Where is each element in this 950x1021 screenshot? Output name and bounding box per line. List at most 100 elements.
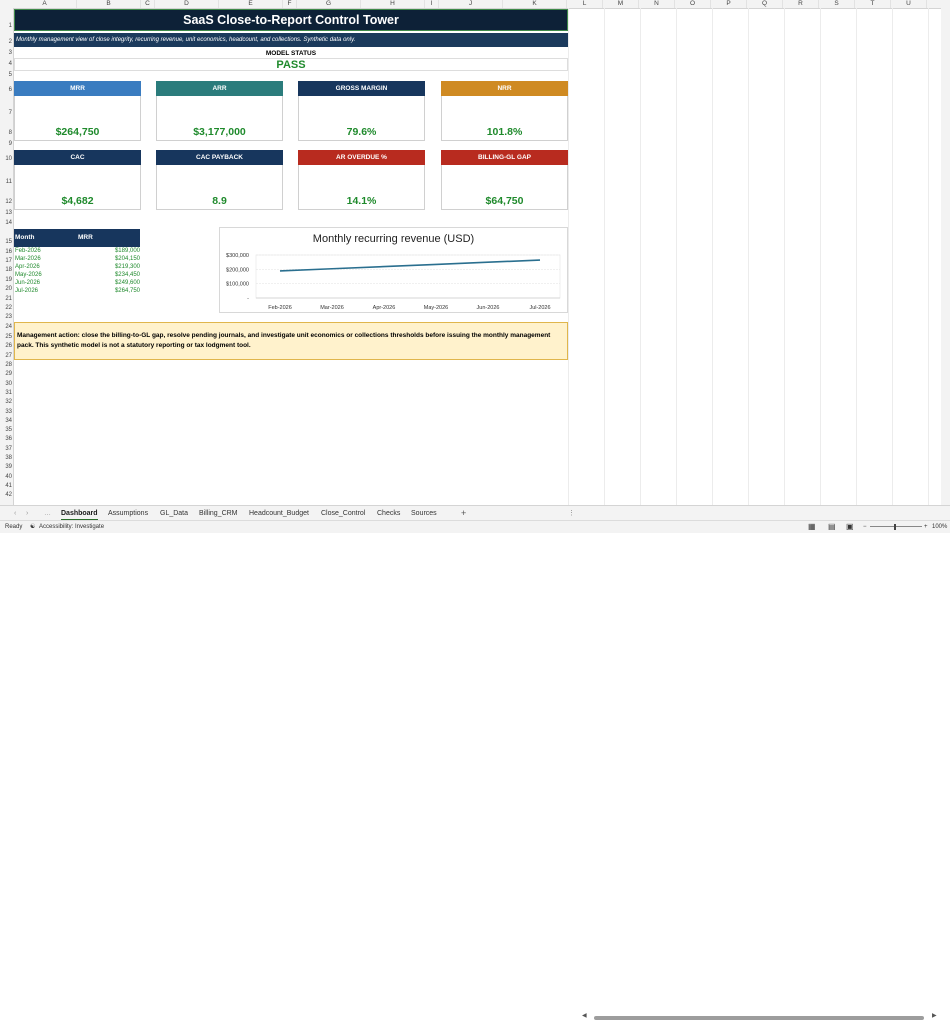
- cell-month[interactable]: Mar-2026: [15, 255, 41, 263]
- row-header-30[interactable]: 30: [0, 381, 12, 387]
- column-header-l[interactable]: L: [567, 0, 603, 8]
- row-header-23[interactable]: 23: [0, 314, 12, 320]
- row-header-22[interactable]: 22: [0, 305, 12, 311]
- kpi-card-billing-gl-gap[interactable]: BILLING-GL GAP $64,750: [441, 150, 568, 210]
- column-header-a[interactable]: A: [13, 0, 77, 8]
- tab-sources[interactable]: Sources: [411, 508, 437, 519]
- mrr-chart[interactable]: Monthly recurring revenue (USD) -$100,00…: [219, 227, 568, 313]
- row-header-12[interactable]: 12: [0, 199, 12, 205]
- column-header-j[interactable]: J: [439, 0, 503, 8]
- accessibility-status[interactable]: Accessibility: Investigate: [39, 521, 104, 533]
- cell-mrr[interactable]: $189,000: [115, 247, 140, 255]
- tab-headcount-budget[interactable]: Headcount_Budget: [249, 508, 309, 519]
- row-header-29[interactable]: 29: [0, 371, 12, 377]
- row-header-25[interactable]: 25: [0, 334, 12, 340]
- row-header-2[interactable]: 2: [0, 39, 12, 45]
- row-header-6[interactable]: 6: [0, 87, 12, 93]
- management-action-note[interactable]: Management action: close the billing-to-…: [14, 322, 568, 360]
- column-header-r[interactable]: R: [783, 0, 819, 8]
- scroll-left-icon[interactable]: ◀: [582, 1012, 587, 1019]
- row-header-38[interactable]: 38: [0, 455, 12, 461]
- zoom-slider[interactable]: [870, 526, 922, 527]
- row-header-35[interactable]: 35: [0, 427, 12, 433]
- column-header-d[interactable]: D: [155, 0, 219, 8]
- dashboard-title[interactable]: SaaS Close-to-Report Control Tower: [14, 9, 568, 31]
- horizontal-scrollbar[interactable]: ◀ ▶: [588, 1015, 928, 1021]
- column-header-i[interactable]: I: [425, 0, 439, 8]
- tab-assumptions[interactable]: Assumptions: [108, 508, 148, 519]
- row-header-7[interactable]: 7: [0, 110, 12, 116]
- dashboard-subtitle[interactable]: Monthly management view of close integri…: [14, 33, 568, 47]
- model-status-label[interactable]: MODEL STATUS: [14, 49, 568, 58]
- column-header-f[interactable]: F: [283, 0, 297, 8]
- kpi-card-ar-overdue[interactable]: AR OVERDUE % 14.1%: [298, 150, 425, 210]
- column-header-m[interactable]: M: [603, 0, 639, 8]
- vertical-scrollbar[interactable]: [941, 8, 950, 505]
- scroll-right-icon[interactable]: ▶: [932, 1012, 937, 1019]
- zoom-level[interactable]: 100%: [932, 521, 947, 533]
- kpi-card-cac-payback[interactable]: CAC PAYBACK 8.9: [156, 150, 283, 210]
- normal-view-icon[interactable]: ▦: [808, 521, 816, 533]
- kpi-card-gross-margin[interactable]: GROSS MARGIN 79.6%: [298, 81, 425, 141]
- kpi-card-nrr[interactable]: NRR 101.8%: [441, 81, 568, 141]
- column-header-n[interactable]: N: [639, 0, 675, 8]
- column-header-q[interactable]: Q: [747, 0, 783, 8]
- cell-month[interactable]: Feb-2026: [15, 247, 41, 255]
- row-header-31[interactable]: 31: [0, 390, 12, 396]
- more-tabs-icon[interactable]: …: [44, 508, 51, 519]
- row-header-40[interactable]: 40: [0, 474, 12, 480]
- kpi-card-cac[interactable]: CAC $4,682: [14, 150, 141, 210]
- column-header-b[interactable]: B: [77, 0, 141, 8]
- column-header-h[interactable]: H: [361, 0, 425, 8]
- column-header-s[interactable]: S: [819, 0, 855, 8]
- row-header-10[interactable]: 10: [0, 156, 12, 162]
- scrollbar-thumb[interactable]: [594, 1016, 924, 1020]
- scroll-tabs-right-icon[interactable]: ›: [26, 508, 28, 519]
- row-header-19[interactable]: 19: [0, 277, 12, 283]
- row-header-13[interactable]: 13: [0, 210, 12, 216]
- zoom-in-icon[interactable]: +: [924, 521, 928, 533]
- tab-billing-crm[interactable]: Billing_CRM: [199, 508, 238, 519]
- row-header-32[interactable]: 32: [0, 399, 12, 405]
- tab-split-handle-icon[interactable]: ⋮: [568, 508, 575, 519]
- tab-gl-data[interactable]: GL_Data: [160, 508, 188, 519]
- row-header-20[interactable]: 20: [0, 286, 12, 292]
- cell-mrr[interactable]: $249,600: [115, 279, 140, 287]
- row-header-33[interactable]: 33: [0, 409, 12, 415]
- cell-month[interactable]: Apr-2026: [15, 263, 40, 271]
- row-header-34[interactable]: 34: [0, 418, 12, 424]
- accessibility-icon[interactable]: ☯: [30, 521, 35, 533]
- row-header-4[interactable]: 4: [0, 61, 12, 67]
- zoom-slider-handle[interactable]: [894, 524, 896, 530]
- row-header-28[interactable]: 28: [0, 362, 12, 368]
- column-header-o[interactable]: O: [675, 0, 711, 8]
- row-header-36[interactable]: 36: [0, 436, 12, 442]
- row-header-17[interactable]: 17: [0, 258, 12, 264]
- row-header-5[interactable]: 5: [0, 72, 12, 78]
- row-header-16[interactable]: 16: [0, 249, 12, 255]
- cell-month[interactable]: Jul-2026: [15, 287, 38, 295]
- header-mrr[interactable]: MRR: [78, 229, 93, 247]
- row-header-26[interactable]: 26: [0, 343, 12, 349]
- cell-mrr[interactable]: $219,300: [115, 263, 140, 271]
- row-header-37[interactable]: 37: [0, 446, 12, 452]
- add-sheet-button[interactable]: +: [461, 508, 466, 519]
- cell-mrr[interactable]: $204,150: [115, 255, 140, 263]
- row-header-39[interactable]: 39: [0, 464, 12, 470]
- column-header-g[interactable]: G: [297, 0, 361, 8]
- column-header-t[interactable]: T: [855, 0, 891, 8]
- row-header-24[interactable]: 24: [0, 324, 12, 330]
- row-header-14[interactable]: 14: [0, 220, 12, 226]
- row-header-27[interactable]: 27: [0, 353, 12, 359]
- cell-month[interactable]: May-2026: [15, 271, 42, 279]
- row-header-41[interactable]: 41: [0, 483, 12, 489]
- cell-month[interactable]: Jun-2026: [15, 279, 40, 287]
- scroll-tabs-left-icon[interactable]: ‹: [14, 508, 16, 519]
- row-header-15[interactable]: 15: [0, 239, 12, 245]
- cell-mrr[interactable]: $234,450: [115, 271, 140, 279]
- row-header-11[interactable]: 11: [0, 179, 12, 185]
- row-header-18[interactable]: 18: [0, 267, 12, 273]
- column-header-u[interactable]: U: [891, 0, 927, 8]
- header-month[interactable]: Month: [15, 229, 35, 247]
- model-status-value[interactable]: PASS: [14, 58, 568, 71]
